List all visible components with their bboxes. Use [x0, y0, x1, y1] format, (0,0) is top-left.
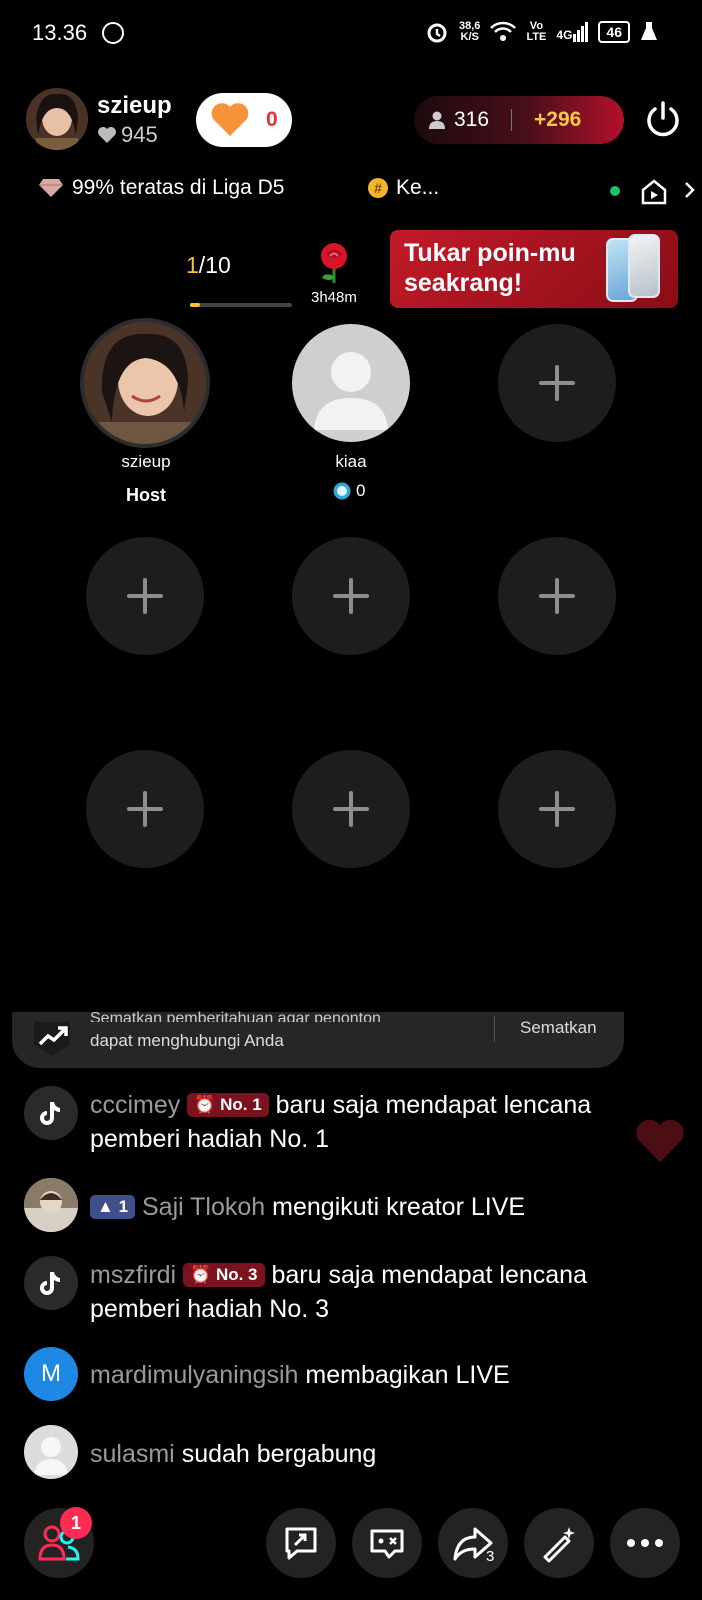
chat-message: ▲ 1 Saji Tlokoh mengikuti kreator LIVE — [90, 1190, 670, 1224]
chat-text: membagikan LIVE — [305, 1361, 510, 1389]
host-role-label: Host — [126, 485, 166, 505]
progress-fill — [190, 303, 201, 307]
signal-icon: 4G — [556, 22, 589, 42]
share-count: 3 — [486, 1548, 495, 1565]
host-likes: 945 — [97, 122, 158, 148]
tiktok-icon — [40, 1272, 60, 1295]
empty-seat[interactable] — [86, 537, 204, 655]
tiktok-icon — [40, 1102, 60, 1125]
empty-seat[interactable] — [498, 324, 616, 442]
hashtag-icon: # — [368, 178, 388, 198]
user-avatar[interactable] — [24, 1178, 78, 1232]
chat-text: sudah bergabung — [181, 1440, 377, 1468]
alarm-icon — [427, 23, 447, 43]
pin-button[interactable]: Sematkan — [520, 1018, 597, 1038]
guest-seat[interactable] — [292, 324, 410, 442]
status-time: 13.36 — [32, 20, 88, 45]
volte-label: Vo LTE — [526, 20, 547, 43]
viewers-pill[interactable]: 316 +296 — [414, 96, 624, 144]
chat-message: mszfirdi ⏰ No. 3 baru saja mendapat lenc… — [90, 1258, 670, 1326]
heart-icon — [98, 127, 116, 143]
person-icon — [429, 111, 445, 129]
chat-username[interactable]: mszfirdi — [90, 1261, 176, 1289]
league-rank[interactable]: 99% teratas di Liga D5 — [38, 176, 284, 200]
host-avatar[interactable] — [26, 88, 88, 150]
chat-username[interactable]: Saji Tlokoh — [142, 1193, 265, 1221]
chat-message: sulasmi sudah bergabung — [90, 1437, 670, 1471]
floating-heart-icon — [636, 1119, 684, 1162]
coin-icon — [333, 482, 351, 500]
promo-text: Tukar poin-mu seakrang! — [404, 239, 576, 297]
pill-divider — [511, 109, 513, 131]
flask-icon — [641, 22, 657, 40]
game-bubble-icon — [370, 1529, 404, 1559]
rose-timer: 3h48m — [311, 289, 357, 306]
hashtag-chip[interactable]: # Ke... — [368, 176, 439, 200]
home-play-icon[interactable] — [640, 178, 668, 206]
gifter-badge: ⏰ No. 3 — [183, 1263, 265, 1287]
chat-username[interactable]: mardimulyaningsih — [90, 1361, 298, 1389]
empty-seat[interactable] — [292, 750, 410, 868]
empty-seat[interactable] — [498, 750, 616, 868]
interaction-button[interactable] — [352, 1508, 422, 1578]
guest-seat-name: kiaa — [335, 452, 367, 471]
pin-notice-text-1: Sematkan pemberitahuan agar penonton — [90, 1010, 381, 1022]
chat-message: cccimey ⏰ No. 1 baru saja mendapat lenca… — [90, 1088, 670, 1156]
whatsapp-icon — [102, 22, 124, 44]
battery-indicator: 46 — [598, 21, 630, 43]
empty-seat[interactable] — [86, 750, 204, 868]
heart-pill[interactable]: 0 — [196, 93, 292, 147]
new-viewers: +296 — [534, 108, 582, 131]
viewer-count: 316 — [454, 108, 490, 131]
hashtag-text: Ke... — [396, 176, 440, 199]
effects-button[interactable] — [524, 1508, 594, 1578]
pin-notice-text-2: dapat menghubungi Anda — [90, 1031, 284, 1050]
diamond-icon — [39, 179, 63, 197]
user-avatar[interactable] — [24, 1425, 78, 1479]
host-seat[interactable] — [80, 318, 210, 448]
host-likes-count: 945 — [121, 122, 158, 147]
league-rank-text: 99% teratas di Liga D5 — [72, 176, 285, 199]
live-dot — [610, 186, 620, 196]
level-badge: ▲ 1 — [90, 1195, 136, 1219]
chat-username[interactable]: sulasmi — [90, 1440, 175, 1468]
pin-divider — [494, 1016, 495, 1042]
chat-text: mengikuti kreator LIVE — [272, 1193, 526, 1221]
net-speed: 38,6 K/S — [459, 20, 481, 43]
tiktok-avatar[interactable] — [24, 1256, 78, 1310]
room-progress: 1/10 — [186, 252, 231, 278]
progress-track — [190, 303, 292, 307]
chat-bubble-icon — [285, 1527, 317, 1560]
magic-wand-icon — [543, 1527, 575, 1563]
status-icons: 38,6 K/S Vo LTE 4G 46 — [425, 20, 658, 44]
gifter-badge: ⏰ No. 1 — [187, 1093, 269, 1117]
heart-count: 0 — [266, 108, 278, 131]
trending-icon — [34, 1022, 70, 1056]
orange-heart-icon — [211, 103, 249, 136]
host-seat-name: szieup — [121, 452, 171, 471]
more-button[interactable] — [610, 1508, 680, 1578]
phone-image — [628, 234, 660, 298]
chevron-right-icon[interactable] — [684, 178, 696, 202]
chat-message: mardimulyaningsih membagikan LIVE — [90, 1358, 670, 1392]
empty-seat[interactable] — [292, 537, 410, 655]
power-icon[interactable] — [644, 100, 682, 138]
empty-seat[interactable] — [498, 537, 616, 655]
more-dots-icon — [627, 1539, 663, 1547]
promo-banner[interactable]: Tukar poin-mu seakrang! — [390, 230, 678, 308]
tiktok-avatar[interactable] — [24, 1086, 78, 1140]
notification-badge: 1 — [60, 1507, 92, 1539]
rose-icon[interactable] — [312, 240, 356, 284]
chat-username[interactable]: cccimey — [90, 1091, 180, 1119]
comment-button[interactable] — [266, 1508, 336, 1578]
user-avatar[interactable]: M — [24, 1347, 78, 1401]
guest-score: 0 — [333, 481, 365, 501]
share-button[interactable]: 3 — [438, 1508, 508, 1578]
host-name[interactable]: szieup — [97, 92, 172, 120]
wifi-icon — [490, 21, 517, 41]
